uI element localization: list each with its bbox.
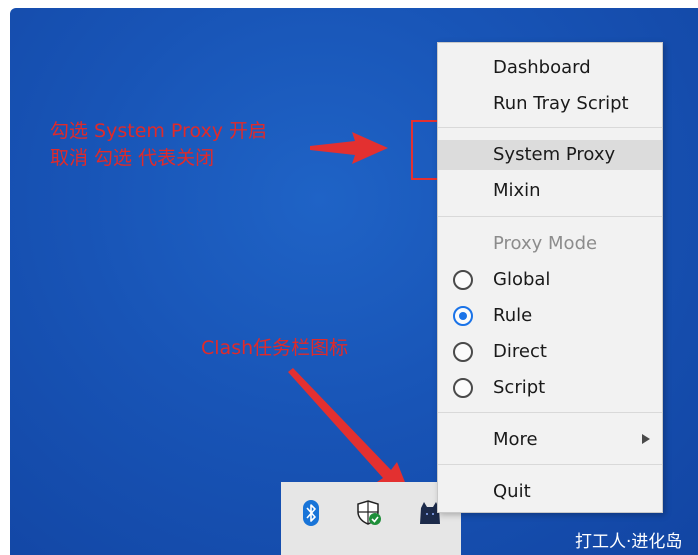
menu-separator (438, 464, 662, 465)
mode-label: Direct (493, 341, 547, 362)
clash-tray-context-menu: Dashboard Run Tray Script System Proxy M… (437, 42, 663, 513)
arrow-to-system-proxy (310, 132, 388, 164)
menu-item-mode-direct[interactable]: Direct (438, 337, 662, 367)
more-label: More (493, 429, 538, 450)
menu-item-run-tray-script[interactable]: Run Tray Script (438, 89, 662, 119)
menu-item-mode-rule[interactable]: Rule (438, 301, 662, 331)
menu-separator (438, 412, 662, 413)
menu-item-dashboard[interactable]: Dashboard (438, 53, 662, 83)
screen: 勾选 System Proxy 开启 取消 勾选 代表关闭 Clash任务栏图标 (0, 0, 698, 555)
radio-button[interactable] (453, 270, 473, 290)
taskbar-tray (281, 482, 461, 555)
menu-separator (438, 127, 662, 128)
menu-item-mode-global[interactable]: Global (438, 265, 662, 295)
menu-item-more[interactable]: More (438, 425, 662, 455)
menu-separator (438, 216, 662, 217)
menu-item-mode-script[interactable]: Script (438, 373, 662, 403)
menu-item-quit[interactable]: Quit (438, 477, 662, 507)
chevron-right-icon (642, 434, 650, 444)
menu-item-mixin[interactable]: Mixin (438, 176, 662, 206)
bluetooth-icon[interactable] (302, 500, 320, 530)
radio-button[interactable] (453, 378, 473, 398)
mode-label: Script (493, 377, 546, 398)
radio-button-selected[interactable] (453, 306, 473, 326)
watermark-text: 打工人·进化岛 (575, 532, 683, 552)
proxy-mode-header: Proxy Mode (493, 233, 598, 254)
mode-label: Rule (493, 305, 533, 326)
mode-label: Global (493, 269, 551, 290)
radio-button[interactable] (453, 342, 473, 362)
menu-item-system-proxy[interactable]: System Proxy (438, 140, 662, 170)
windows-security-icon[interactable] (356, 500, 382, 530)
